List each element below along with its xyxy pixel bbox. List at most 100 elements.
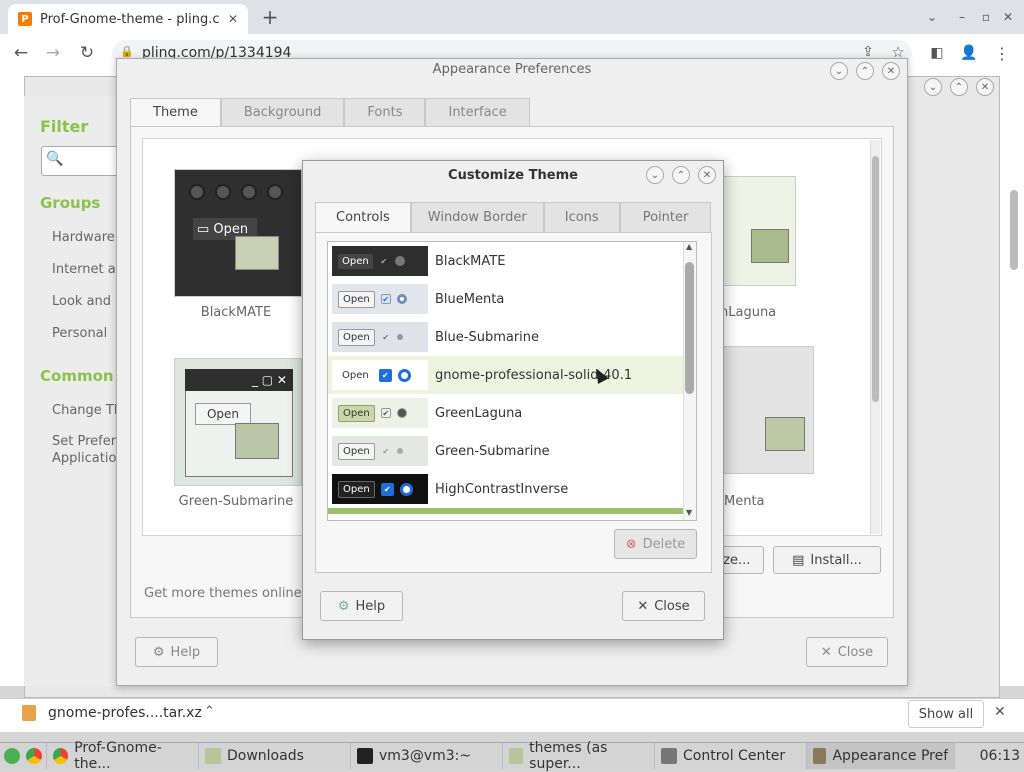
chrome-launcher-icon (26, 747, 42, 764)
ap-close-button[interactable]: ✕ Close (806, 637, 888, 667)
theme-thumb-bluementa[interactable] (714, 346, 814, 474)
control-center-icon (661, 747, 677, 764)
profile-icon[interactable]: 👤 (958, 42, 980, 64)
list-item[interactable]: Open ✔ HighContrastInverse (328, 470, 696, 508)
task-label: Downloads (227, 747, 304, 764)
theme-preview-icon: Open ✔ (332, 322, 428, 352)
maximize-button[interactable]: ▫ (976, 8, 996, 26)
download-bar-close-icon[interactable]: ✕ (994, 704, 1006, 720)
ap-help-button[interactable]: ⚙ Help (135, 637, 218, 667)
get-more-themes-link[interactable]: Get more themes online (144, 586, 302, 601)
minimize-button[interactable]: – (952, 8, 972, 26)
close-window-button[interactable]: ✕ (998, 8, 1018, 26)
controls-theme-list[interactable]: Open ✔ BlackMATE Open ✔ BlueMenta Open ✔… (327, 241, 697, 521)
ct-help-button[interactable]: ⚙ Help (320, 591, 403, 621)
group-internet[interactable]: Internet an (52, 262, 124, 277)
group-personal[interactable]: Personal (52, 326, 107, 341)
terminal-icon (357, 747, 373, 764)
group-hardware[interactable]: Hardware (52, 230, 115, 245)
groups-heading: Groups (40, 194, 101, 212)
task-change-theme[interactable]: Change Th (52, 403, 122, 418)
back-arrow-icon[interactable]: ← (10, 42, 32, 64)
list-item[interactable]: Open ✔ BlackMATE (328, 242, 696, 280)
folder-icon (235, 423, 279, 459)
task-control-center[interactable]: Control Center (655, 742, 807, 769)
download-filename[interactable]: gnome-profes....tar.xz (48, 705, 202, 721)
task-chrome[interactable]: Prof-Gnome-the... (47, 740, 199, 772)
tab-icons[interactable]: Icons (543, 202, 620, 232)
partial-row (328, 508, 696, 514)
sidebar-icon[interactable]: ◧ (926, 42, 948, 64)
tab-window-border[interactable]: Window Border (410, 202, 544, 232)
task-applications[interactable]: Application (52, 451, 125, 466)
delete-button[interactable]: ⊗ Delete (614, 529, 697, 559)
menu-kebab-icon[interactable]: ⋮ (992, 42, 1012, 64)
ct-minimize-icon[interactable]: ⌄ (646, 166, 664, 184)
theme-thumb-green-submarine[interactable]: _ ▢ ✕ Open (174, 358, 302, 486)
theme-name: BlackMATE (435, 253, 506, 269)
list-item[interactable]: Open ✔ Blue-Submarine (328, 318, 696, 356)
reload-icon[interactable]: ↻ (76, 42, 98, 64)
scroll-down-icon[interactable]: ▼ (686, 508, 692, 517)
tab-controls[interactable]: Controls (315, 202, 411, 232)
tab-close-icon[interactable]: ✕ (228, 12, 238, 26)
theme-label-bluementa: Menta (724, 494, 765, 509)
cc-minimize-icon[interactable]: ⌄ (924, 78, 942, 96)
theme-label-blackmate: BlackMATE (200, 305, 272, 320)
theme-grid-scrollbar[interactable] (870, 140, 880, 534)
scrollbar-thumb[interactable] (685, 262, 694, 394)
list-item[interactable]: Open ✔ Green-Submarine (328, 432, 696, 470)
scroll-up-icon[interactable]: ▲ (686, 242, 692, 251)
group-look-and-feel[interactable]: Look and F (52, 294, 123, 309)
cc-maximize-icon[interactable]: ⌃ (950, 78, 968, 96)
delete-icon: ⊗ (625, 536, 637, 552)
delete-label: Delete (642, 536, 686, 552)
task-terminal[interactable]: vm3@vm3:~ (351, 742, 503, 769)
tab-interface[interactable]: Interface (425, 98, 530, 126)
task-appearance[interactable]: Appearance Prefe... (807, 742, 955, 769)
tab-fonts[interactable]: Fonts (344, 98, 426, 126)
archive-file-icon (22, 705, 36, 721)
page-scrollbar[interactable] (1010, 190, 1018, 270)
ct-maximize-icon[interactable]: ⌃ (672, 166, 690, 184)
help-icon: ⚙ (152, 644, 165, 660)
cc-close-icon[interactable]: ✕ (976, 78, 994, 96)
ap-maximize-icon[interactable]: ⌃ (856, 62, 874, 80)
ct-close-button[interactable]: ✕ Close (622, 591, 705, 621)
menu-launcher[interactable] (0, 742, 47, 769)
control-center-sidebar (24, 96, 124, 686)
task-themes-folder[interactable]: themes (as super... (503, 740, 655, 772)
task-set-preferred[interactable]: Set Prefere (52, 434, 124, 449)
ap-close-icon[interactable]: ✕ (882, 62, 900, 80)
folder-icon (765, 417, 805, 451)
list-item[interactable]: Open ✔ GreenLaguna (328, 394, 696, 432)
install-label: Install... (810, 552, 862, 568)
task-downloads[interactable]: Downloads (199, 742, 351, 769)
appearance-tabs: Theme Background Fonts Interface (130, 98, 530, 126)
tab-search-icon[interactable]: ⌄ (922, 8, 942, 26)
new-tab-button[interactable]: + (258, 5, 282, 29)
tab-theme[interactable]: Theme (130, 98, 221, 126)
list-item-selected[interactable]: Open ✔ gnome-professional-solid-40.1 (328, 356, 696, 394)
browser-tab[interactable]: P Prof-Gnome-theme - pling.co ✕ (8, 4, 248, 34)
ap-minimize-icon[interactable]: ⌄ (830, 62, 848, 80)
filter-heading: Filter (40, 117, 89, 136)
install-icon: ▤ (792, 552, 805, 568)
theme-name: BlueMenta (435, 291, 505, 307)
window-buttons-icon (189, 184, 283, 200)
theme-thumb-blackmate[interactable]: ▭ Open (174, 169, 302, 297)
list-item[interactable]: Open ✔ BlueMenta (328, 280, 696, 318)
appearance-title: Appearance Preferences (432, 62, 592, 77)
task-label: vm3@vm3:~ (379, 747, 472, 764)
pling-favicon-icon: P (18, 12, 32, 26)
install-button[interactable]: ▤ Install... (773, 546, 881, 574)
tab-pointer[interactable]: Pointer (619, 202, 712, 232)
ct-close-icon[interactable]: ✕ (698, 166, 716, 184)
tab-background[interactable]: Background (220, 98, 345, 126)
chevron-up-icon[interactable]: ⌃ (204, 704, 215, 719)
help-icon: ⚙ (337, 598, 350, 614)
filter-search-input[interactable]: 🔍 (41, 146, 121, 176)
show-all-button[interactable]: Show all (908, 700, 984, 728)
forward-arrow-icon[interactable]: → (42, 42, 64, 64)
task-label: Control Center (683, 747, 786, 764)
